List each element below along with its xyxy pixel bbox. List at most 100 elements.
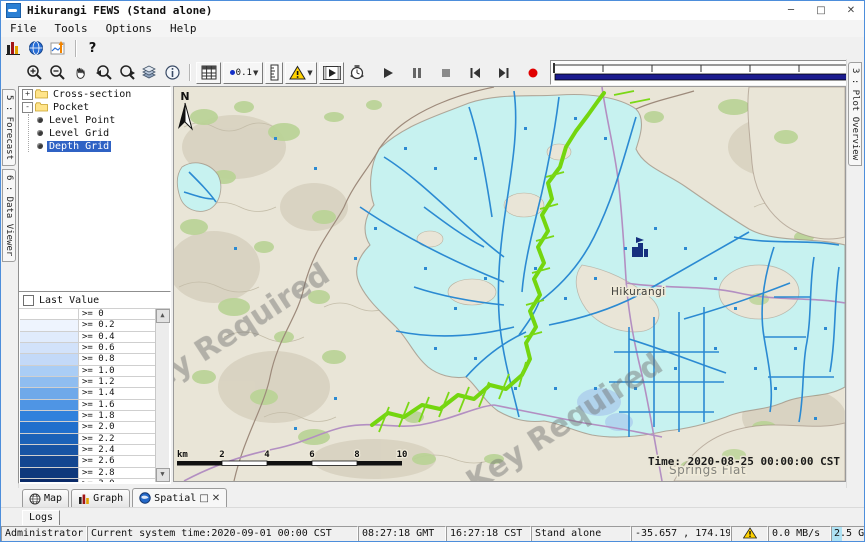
legend-row[interactable]: >= 1.2 [20,377,156,388]
pan-hand-icon[interactable] [69,62,92,83]
tab-close-icon[interactable]: ✕ [212,493,220,504]
tree-item-pocket[interactable]: - Pocket [19,101,170,113]
tab-maximize-icon[interactable]: □ [199,493,208,504]
legend-swatch [20,422,79,432]
legend-row[interactable]: >= 1.4 [20,388,156,399]
tab-spatial[interactable]: Spatial □ ✕ [132,488,227,507]
contour-value-dropdown[interactable]: 0.1 ▼ [223,62,263,84]
play-button[interactable] [376,62,399,83]
toolbar-separator [75,40,76,57]
legend-row[interactable]: >= 2.4 [20,445,156,456]
dock-tab-forecast[interactable]: 5 : Forecast [2,89,16,166]
legend-swatch [20,479,79,482]
svg-text:km: km [177,450,188,460]
tree-item-cross-section[interactable]: + Cross-section [19,88,170,100]
ruler-button[interactable] [265,62,283,84]
zoom-out-icon[interactable] [46,62,69,83]
svg-text:N: N [180,90,189,103]
spatial-display-icon[interactable] [24,38,47,59]
timeline-slider[interactable] [550,60,865,85]
legend-row[interactable]: >= 2.8 [20,468,156,479]
status-bar: Administrator Current system time:2020-0… [1,525,865,542]
expander-icon[interactable]: - [22,102,33,113]
timeseries-display-icon[interactable] [47,38,70,59]
status-gmt-time: 08:27:18 GMT [358,526,446,542]
legend-row[interactable]: >= 0 [20,309,156,320]
status-coordinates: -35.657 , 174.199 [631,526,731,542]
chevron-down-icon: ▼ [307,69,312,77]
stop-button[interactable] [434,62,457,83]
scroll-down-icon[interactable]: ▼ [156,468,170,482]
expander-icon[interactable]: + [22,89,33,100]
record-button[interactable] [521,62,544,83]
legend-row[interactable]: >= 1.8 [20,411,156,422]
menu-bar: File Tools Options Help [1,20,865,38]
legend-row[interactable]: >= 2.6 [20,456,156,467]
status-local-time: 16:27:18 CST [446,526,531,542]
menu-file[interactable]: File [1,22,46,35]
maximize-button[interactable]: □ [806,2,836,20]
skip-to-start-button[interactable] [463,62,486,83]
menu-help[interactable]: Help [161,22,206,35]
selected-tree-label: Depth Grid [47,141,111,152]
tab-spatial-label: Spatial [154,493,196,504]
legend-row[interactable]: >= 2.2 [20,434,156,445]
tab-graph-label: Graph [93,493,123,504]
node-bullet-icon [37,143,43,149]
dock-tab-plot-overview[interactable]: 3 : Plot Overview [848,62,862,166]
legend-row[interactable]: >= 0.4 [20,332,156,343]
window-title: Hikurangi FEWS (Stand alone) [27,4,212,17]
minimize-button[interactable]: ─ [776,2,806,20]
svg-text:2: 2 [219,450,224,460]
thresholds-dropdown[interactable]: ▼ [285,62,317,84]
animation-timer-icon[interactable] [345,62,368,83]
zoom-next-icon[interactable] [115,62,138,83]
zoom-in-icon[interactable] [23,62,46,83]
layers-icon[interactable] [138,62,161,83]
node-bullet-icon [37,130,43,136]
tab-map[interactable]: Map [22,489,69,507]
svg-text:8: 8 [354,450,359,460]
status-mode: Stand alone [531,526,631,542]
menu-options[interactable]: Options [97,22,161,35]
help-button[interactable]: ? [81,38,104,59]
logs-button[interactable]: Logs [22,510,60,526]
last-value-checkbox[interactable] [23,295,34,306]
menu-tools[interactable]: Tools [46,22,97,35]
tree-item-level-point[interactable]: Level Point [29,114,170,126]
close-button[interactable]: ✕ [836,2,865,20]
dock-tab-data-viewer[interactable]: 6 : Data Viewer [2,169,16,262]
tree-item-level-grid[interactable]: Level Grid [29,127,170,139]
globe-blue-icon [139,492,151,504]
legend-row[interactable]: >= 3.0 [20,479,156,482]
legend-scrollbar[interactable]: ▲ ▼ [155,309,169,482]
explorer-panel: + Cross-section - Pocket Level Point Lev… [18,86,171,482]
database-display-icon[interactable] [1,38,24,59]
legend-row[interactable]: >= 0.2 [20,320,156,331]
legend-row[interactable]: >= 0.6 [20,343,156,354]
skip-to-end-button[interactable] [492,62,515,83]
tree-item-depth-grid[interactable]: Depth Grid [29,140,170,152]
zoom-previous-icon[interactable] [92,62,115,83]
legend-row[interactable]: >= 2.0 [20,422,156,433]
logs-row: Logs [1,507,865,526]
grid-display-button[interactable] [196,62,221,84]
legend-row[interactable]: >= 0.8 [20,354,156,365]
animation-player-button[interactable] [319,62,344,84]
status-warning-cell[interactable] [731,526,768,542]
right-dock-strip: 3 : Plot Overview [846,59,865,488]
legend-swatch [20,411,79,421]
legend-swatch [20,366,79,376]
scroll-up-icon[interactable]: ▲ [156,309,170,323]
map-canvas[interactable]: API Key Required API Key Required Hikura… [173,86,846,482]
info-icon[interactable] [161,62,184,83]
legend-row[interactable]: >= 1.0 [20,366,156,377]
legend-swatch [20,343,79,353]
tab-map-label: Map [44,493,62,504]
legend-swatch [20,456,79,466]
tab-graph[interactable]: Graph [71,489,130,507]
legend-swatch [20,434,79,444]
legend-row[interactable]: >= 1.6 [20,400,156,411]
status-download-speed: 0.0 MB/s [768,526,831,542]
pause-button[interactable] [405,62,428,83]
